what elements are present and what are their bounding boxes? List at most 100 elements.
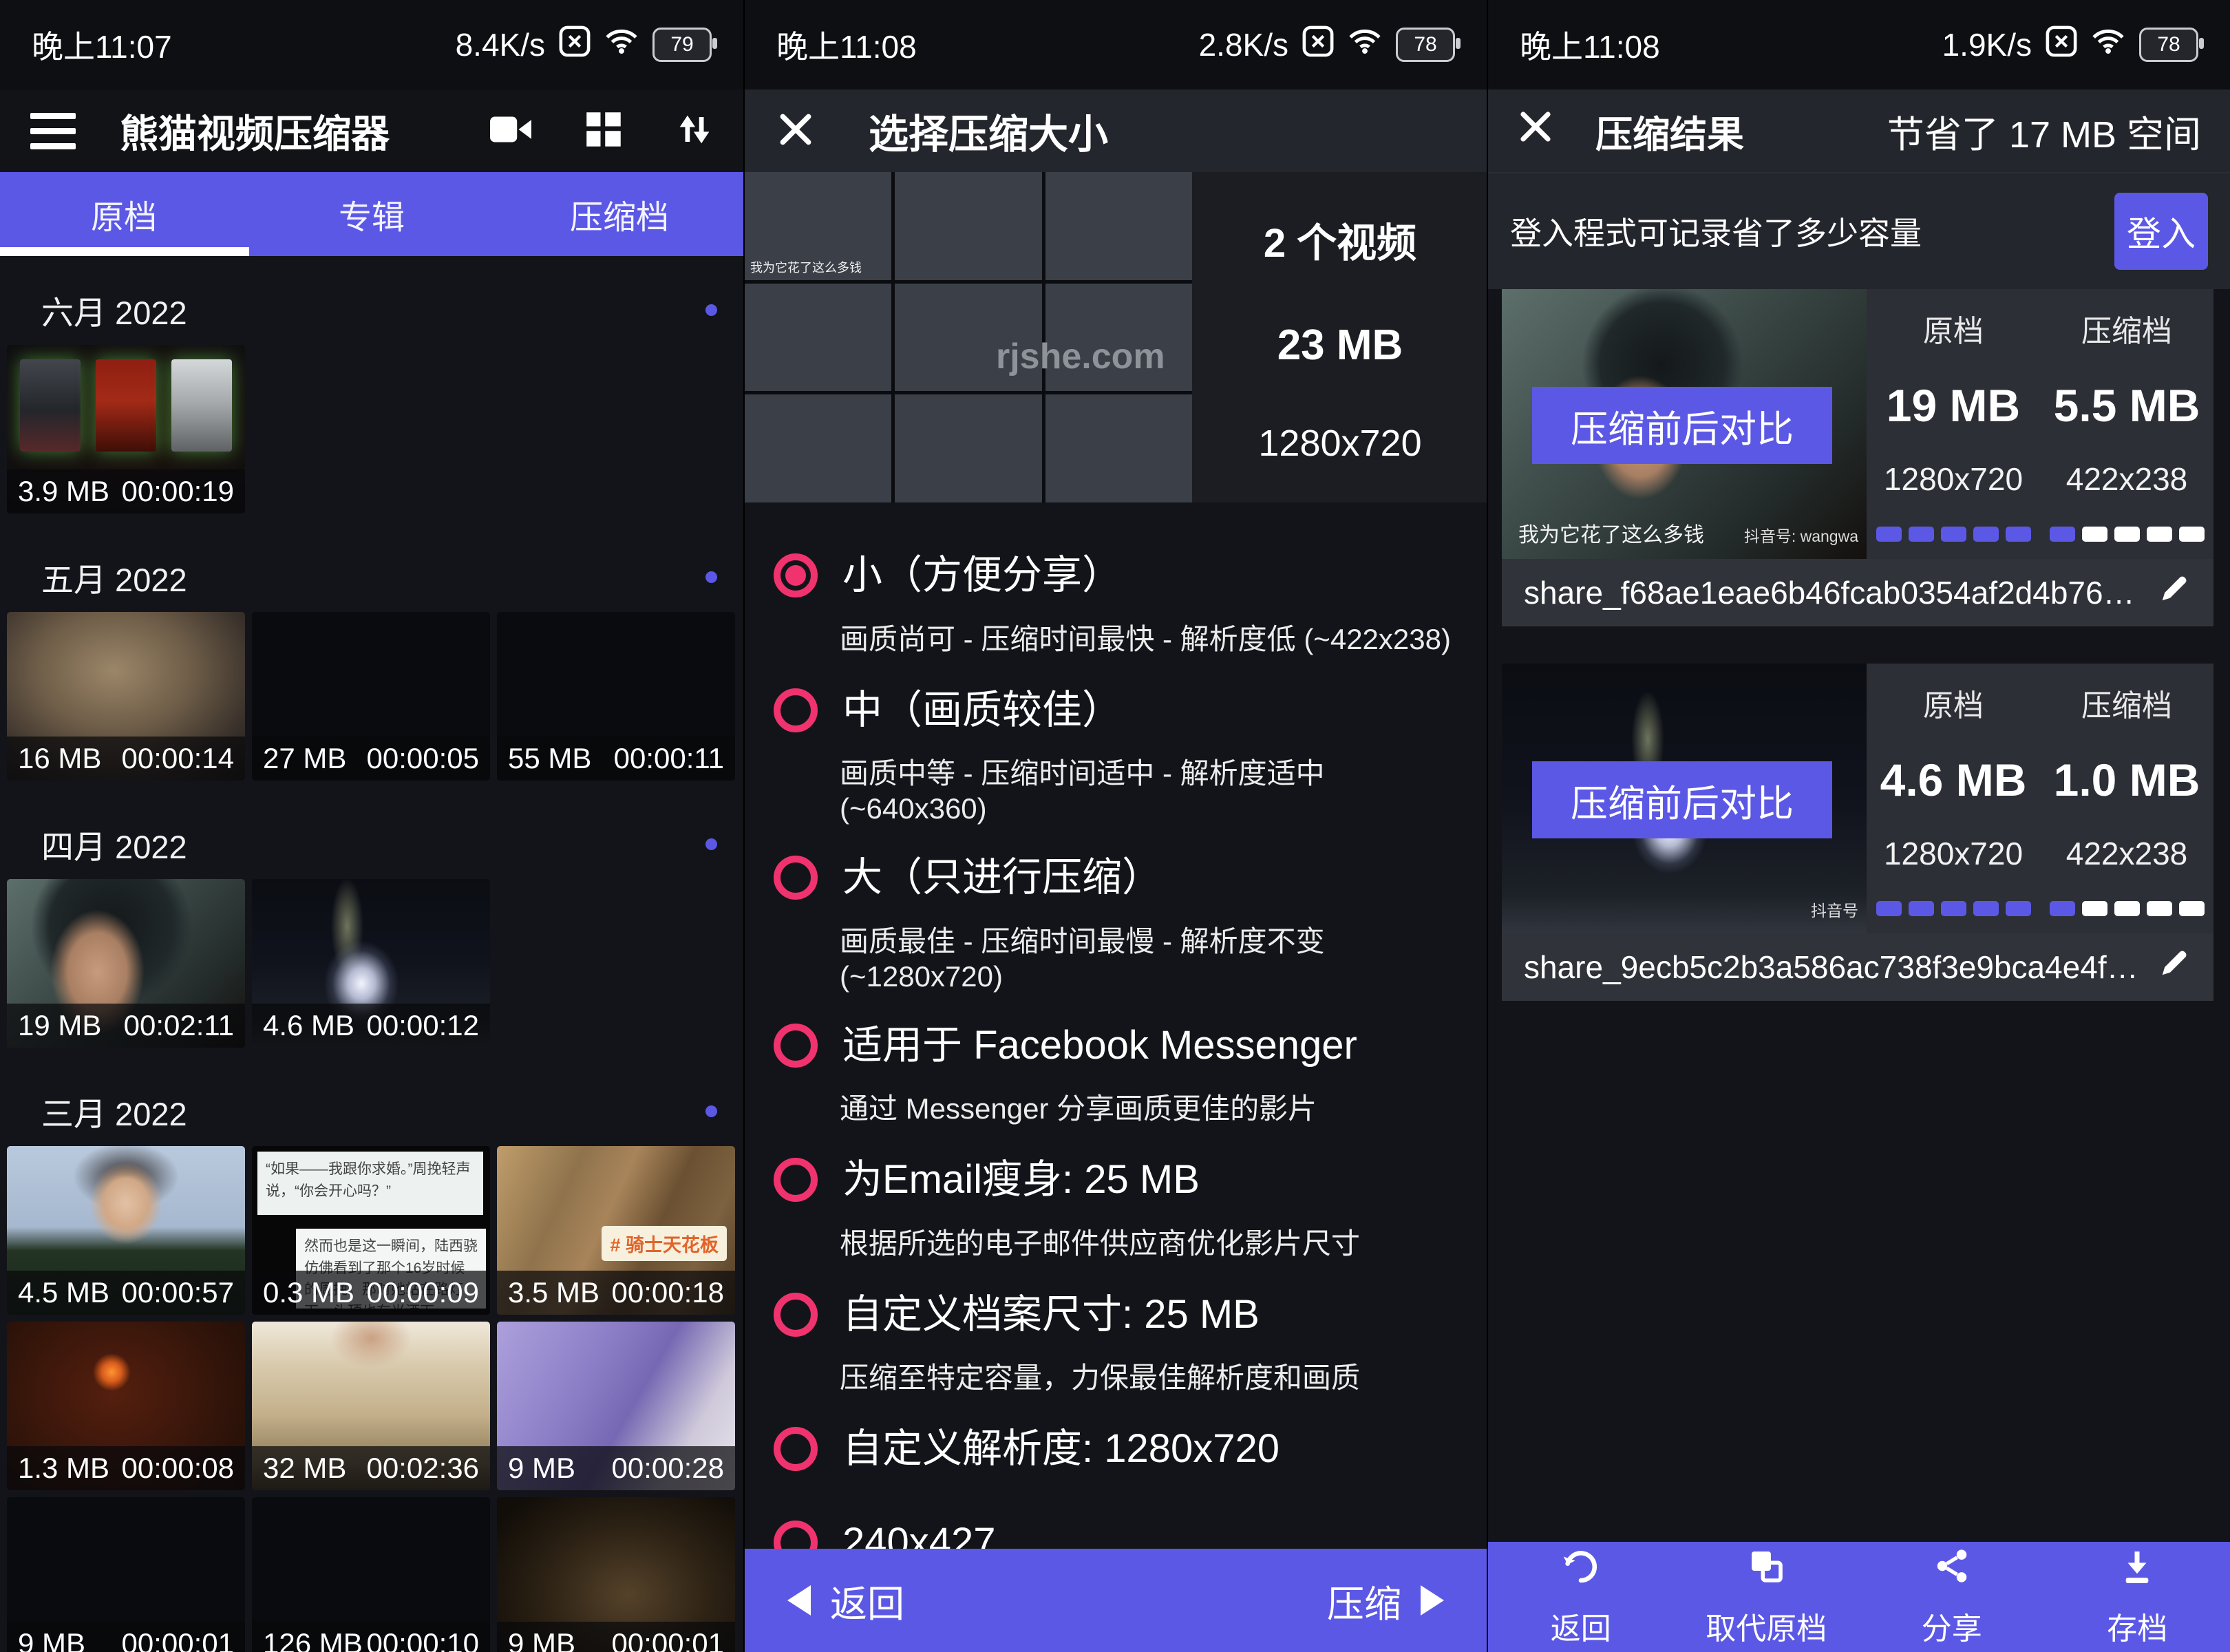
video-tile[interactable]: 55 MB00:00:11 [497, 612, 735, 781]
replace-original-button[interactable]: 取代原档 [1674, 1542, 1860, 1652]
radio-icon[interactable] [774, 1024, 818, 1068]
app-title: 熊猫视频压缩器 [120, 103, 490, 159]
wifi-icon [2091, 26, 2125, 63]
screen-choose-size: 晚上11:08 2.8K/s 78 选择压缩大小 我为它花了这么多钱 rjshe… [743, 0, 1487, 1652]
login-button[interactable]: 登入 [2114, 193, 2208, 270]
screen-library: 晚上11:07 8.4K/s 79 熊猫视频压缩器 原档 专辑 压缩档 六月 2… [0, 0, 743, 1652]
empty-grid-cell [1045, 394, 1192, 502]
back-button[interactable]: 返回 [787, 1574, 904, 1628]
video-tile[interactable]: 9 MB00:00:01 [497, 1497, 735, 1652]
battery-icon: 79 [652, 28, 712, 62]
video-tile[interactable]: “如果——我跟你求婚。”周挽轻声说，“你会开心吗？” 然而也是这一瞬间，陆西骁仿… [252, 1146, 490, 1315]
filename-row: share_f68ae1eae6b46fcab0354af2d4b767fc.m… [1502, 559, 2213, 626]
video-tile[interactable]: 3.9 MB00:00:19 [7, 345, 245, 513]
radio-icon[interactable] [774, 688, 818, 732]
radio-icon[interactable] [774, 1293, 818, 1337]
compressed-column: 压缩档 1.0 MB 422x238 [2040, 664, 2213, 933]
compare-button[interactable]: 压缩前后对比 [1532, 387, 1832, 464]
camcorder-icon[interactable] [490, 113, 531, 149]
back-button[interactable]: 返回 [1488, 1542, 1674, 1652]
section-title: 六月 2022 [41, 286, 187, 334]
option-large[interactable]: 大（只进行压缩） 画质最佳 - 压缩时间最慢 - 解析度不变 (~1280x72… [745, 840, 1487, 1006]
close-icon[interactable] [1517, 108, 1554, 154]
edit-pencil-icon[interactable] [2156, 571, 2191, 615]
section-april: 四月 2022 19 MB00:02:11 4.6 MB00:00:12 [0, 820, 743, 1048]
screen-results: 晚上11:08 1.9K/s 78 压缩结果 节省了 17 MB 空间 登入程式… [1487, 0, 2230, 1652]
tab-albums[interactable]: 专辑 [248, 172, 496, 256]
empty-grid-cell [745, 394, 891, 502]
empty-grid-cell [1045, 172, 1192, 280]
results-header: 压缩结果 节省了 17 MB 空间 [1488, 89, 2230, 172]
status-time: 晚上11:08 [1520, 22, 1660, 67]
tab-bar: 原档 专辑 压缩档 [0, 172, 743, 256]
section-may: 五月 2022 16 MB00:00:14 27 MB00:00:05 55 M… [0, 553, 743, 781]
video-tile[interactable]: # 骑士天花板 3.5 MB00:00:18 [497, 1146, 735, 1315]
video-tile[interactable]: 1.3 MB00:00:08 [7, 1322, 245, 1490]
selected-video-thumb[interactable] [895, 172, 1041, 280]
video-tile[interactable]: 4.5 MB00:00:57 [7, 1146, 245, 1315]
filename: share_f68ae1eae6b46fcab0354af2d4b767fc.m… [1524, 574, 2143, 611]
compressed-column: 压缩档 5.5 MB 422x238 [2040, 289, 2213, 559]
original-size-bar [1876, 527, 2031, 542]
status-bar: 晚上11:08 1.9K/s 78 [1488, 0, 2230, 89]
wifi-icon [1348, 26, 1382, 63]
compare-button[interactable]: 压缩前后对比 [1532, 761, 1832, 838]
close-icon[interactable] [776, 110, 815, 152]
battery-icon: 78 [2139, 28, 2198, 62]
hashtag-badge: # 骑士天花板 [602, 1226, 727, 1261]
sort-icon[interactable] [676, 111, 713, 151]
menu-icon[interactable] [30, 113, 76, 149]
video-tile[interactable]: 16 MB00:00:14 [7, 612, 245, 781]
section-dot-icon [705, 1105, 717, 1117]
edit-pencil-icon[interactable] [2156, 946, 2191, 989]
option-custom-resolution[interactable]: 自定义解析度: 1280x720 [745, 1412, 1487, 1503]
game-cover-art [20, 359, 81, 452]
radio-icon[interactable] [774, 553, 818, 597]
option-medium[interactable]: 中（画质较佳） 画质中等 - 压缩时间适中 - 解析度适中 (~640x360) [745, 673, 1487, 838]
option-messenger[interactable]: 适用于 Facebook Messenger 通过 Messenger 分享画质… [745, 1008, 1487, 1141]
share-button[interactable]: 分享 [1859, 1542, 2045, 1652]
video-tile[interactable]: 32 MB00:02:36 [252, 1322, 490, 1490]
original-column: 原档 4.6 MB 1280x720 [1867, 664, 2040, 933]
video-tile[interactable]: 9 MB00:00:28 [497, 1322, 735, 1490]
compress-button[interactable]: 压缩 [1327, 1574, 1444, 1628]
original-column: 原档 19 MB 1280x720 [1867, 289, 2040, 559]
section-dot-icon [705, 571, 717, 583]
section-title: 四月 2022 [41, 820, 187, 868]
compression-options: 小（方便分享） 画质尚可 - 压缩时间最快 - 解析度低 (~422x238) … [745, 538, 1487, 1652]
watermark: rjshe.com [996, 336, 1165, 377]
selected-video-thumb[interactable]: 我为它花了这么多钱 [745, 172, 891, 280]
status-bar: 晚上11:08 2.8K/s 78 [745, 0, 1487, 89]
video-tile[interactable]: 4.6 MB00:00:12 [252, 879, 490, 1048]
wifi-icon [604, 26, 639, 63]
video-tile[interactable]: 126 MB00:00:10 [252, 1497, 490, 1652]
result-card: 压缩前后对比 我为它花了这么多钱 抖音号: wangwa 原档 19 MB 12… [1502, 289, 2213, 626]
summary-resolution: 1280x720 [1258, 422, 1421, 465]
section-dot-icon [705, 838, 717, 850]
status-bar: 晚上11:07 8.4K/s 79 [0, 0, 743, 89]
app-header: 熊猫视频压缩器 [0, 89, 743, 172]
compressed-size-bar [2050, 527, 2205, 542]
section-june: 六月 2022 3.9 MB00:00:19 [0, 286, 743, 513]
section-title: 三月 2022 [41, 1088, 187, 1135]
archive-icon [2118, 1547, 2156, 1593]
status-time: 晚上11:08 [776, 22, 917, 67]
grid-view-icon[interactable] [585, 111, 622, 151]
radio-icon[interactable] [774, 856, 818, 900]
video-tile[interactable]: 27 MB00:00:05 [252, 612, 490, 781]
selection-summary: 2 个视频 23 MB 1280x720 [1192, 172, 1487, 502]
option-small[interactable]: 小（方便分享） 画质尚可 - 压缩时间最快 - 解析度低 (~422x238) [745, 538, 1487, 670]
archive-button[interactable]: 存档 [2045, 1542, 2230, 1652]
forward-triangle-icon [1421, 1585, 1444, 1616]
video-tile[interactable]: 19 MB00:02:11 [7, 879, 245, 1048]
tab-compressed[interactable]: 压缩档 [496, 172, 743, 256]
video-tile[interactable]: 9 MB00:00:01 [7, 1497, 245, 1652]
tab-originals[interactable]: 原档 [0, 172, 248, 256]
empty-grid-cell [745, 284, 891, 392]
radio-icon[interactable] [774, 1427, 818, 1471]
dialog-footer: 返回 压缩 [745, 1549, 1487, 1652]
net-speed: 2.8K/s [1199, 26, 1288, 63]
option-custom-size[interactable]: 自定义档案尺寸: 25 MB 压缩至特定容量，力保最佳解析度和画质 [745, 1278, 1487, 1410]
radio-icon[interactable] [774, 1158, 818, 1202]
option-email[interactable]: 为Email瘦身: 25 MB 根据所选的电子邮件供应商优化影片尺寸 [745, 1143, 1487, 1275]
